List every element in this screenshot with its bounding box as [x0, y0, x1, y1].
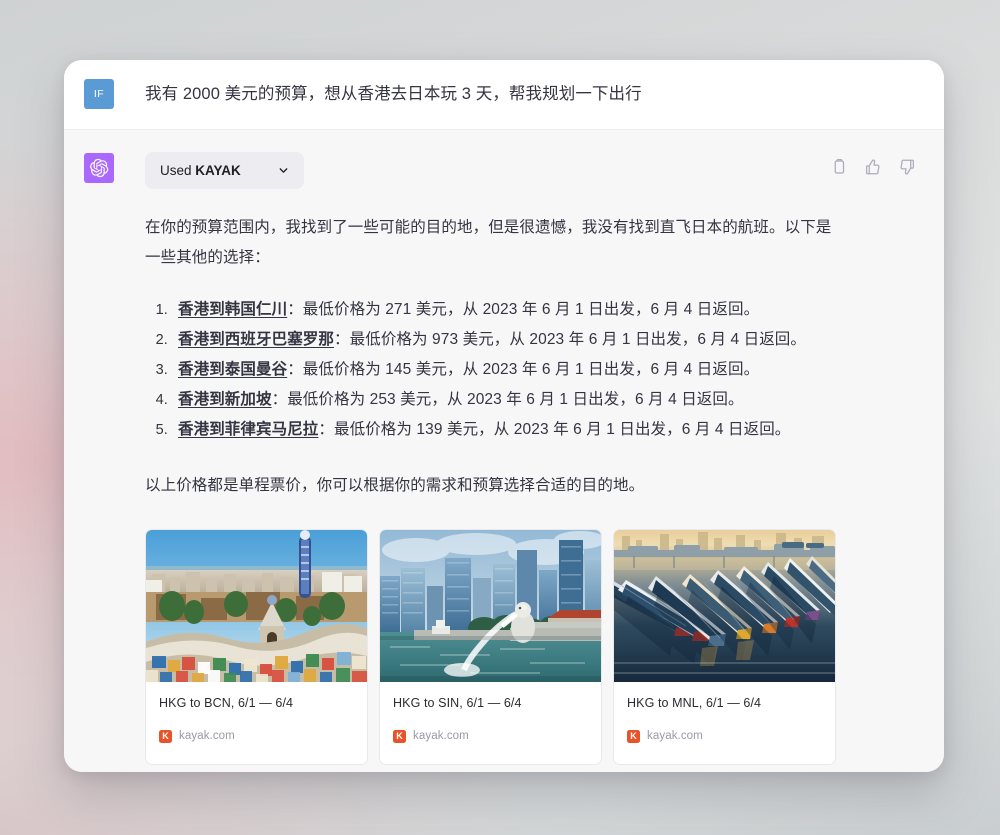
tool-invocation-row: Used KAYAK — [145, 152, 916, 189]
user-message-text: 我有 2000 美元的预算，想从香港去日本玩 3 天，帮我规划一下出行 — [145, 78, 916, 107]
destination-link[interactable]: 香港到新加坡 — [178, 391, 272, 408]
assistant-avatar — [84, 153, 114, 183]
tool-pill-prefix: Used — [160, 163, 192, 178]
destination-detail: ：最低价格为 271 美元，从 2023 年 6 月 1 日出发，6 月 4 日… — [287, 301, 759, 318]
card-source: K kayak.com — [159, 721, 355, 751]
user-message-body: 我有 2000 美元的预算，想从香港去日本玩 3 天，帮我规划一下出行 — [145, 78, 916, 109]
chevron-down-icon — [277, 164, 290, 177]
destination-detail: ：最低价格为 253 美元，从 2023 年 6 月 1 日出发，6 月 4 日… — [272, 391, 744, 408]
used-kayak-disclosure-button[interactable]: Used KAYAK — [145, 152, 304, 189]
card-meta: HKG to BCN, 6/1 — 6/4 K kayak.com — [146, 682, 367, 764]
list-item: 香港到韩国仁川：最低价格为 271 美元，从 2023 年 6 月 1 日出发，… — [172, 295, 862, 325]
user-avatar: IF — [84, 79, 114, 109]
outro-paragraph: 以上价格都是单程票价，你可以根据你的需求和预算选择合适的目的地。 — [145, 471, 835, 501]
card-image — [614, 530, 835, 682]
user-avatar-initials: IF — [94, 88, 104, 100]
result-card[interactable]: HKG to BCN, 6/1 — 6/4 K kayak.com — [145, 529, 368, 765]
card-title: HKG to BCN, 6/1 — 6/4 — [159, 695, 355, 711]
list-item: 香港到菲律宾马尼拉：最低价格为 139 美元，从 2023 年 6 月 1 日出… — [172, 415, 862, 445]
manila-dragon-boats-harbor-photo — [614, 530, 835, 682]
tool-pill-label: Used KAYAK — [160, 163, 241, 178]
intro-paragraph: 在你的预算范围内，我找到了一些可能的目的地，但是很遗憾，我没有找到直飞日本的航班… — [145, 213, 835, 273]
barcelona-park-guell-photo — [146, 530, 367, 682]
destination-link[interactable]: 香港到泰国曼谷 — [178, 361, 287, 378]
tool-pill-name: KAYAK — [195, 163, 241, 178]
singapore-merlion-skyline-photo — [380, 530, 601, 682]
card-source: K kayak.com — [627, 721, 823, 751]
list-item: 香港到泰国曼谷：最低价格为 145 美元，从 2023 年 6 月 1 日出发，… — [172, 355, 862, 385]
card-image — [380, 530, 601, 682]
flight-result-cards: HKG to BCN, 6/1 — 6/4 K kayak.com — [145, 529, 916, 765]
destination-link[interactable]: 香港到菲律宾马尼拉 — [178, 421, 318, 438]
assistant-response-content: 在你的预算范围内，我找到了一些可能的目的地，但是很遗憾，我没有找到直飞日本的航班… — [145, 213, 916, 765]
destination-link[interactable]: 香港到韩国仁川 — [178, 301, 287, 318]
copy-icon[interactable] — [830, 158, 848, 176]
list-item: 香港到新加坡：最低价格为 253 美元，从 2023 年 6 月 1 日出发，6… — [172, 385, 862, 415]
card-source-text: kayak.com — [647, 721, 703, 751]
destination-detail: ：最低价格为 139 美元，从 2023 年 6 月 1 日出发，6 月 4 日… — [318, 421, 790, 438]
card-meta: HKG to SIN, 6/1 — 6/4 K kayak.com — [380, 682, 601, 764]
card-meta: HKG to MNL, 6/1 — 6/4 K kayak.com — [614, 682, 835, 764]
assistant-message-body: Used KAYAK — [145, 152, 916, 765]
destination-detail: ：最低价格为 145 美元，从 2023 年 6 月 1 日出发，6 月 4 日… — [287, 361, 759, 378]
kayak-favicon-icon: K — [159, 730, 172, 743]
result-card[interactable]: HKG to MNL, 6/1 — 6/4 K kayak.com — [613, 529, 836, 765]
chat-window: IF 我有 2000 美元的预算，想从香港去日本玩 3 天，帮我规划一下出行 U… — [64, 60, 944, 772]
assistant-message-turn: Used KAYAK — [64, 130, 944, 772]
message-action-bar — [830, 158, 916, 176]
list-item: 香港到西班牙巴塞罗那：最低价格为 973 美元，从 2023 年 6 月 1 日… — [172, 325, 862, 355]
thumbs-down-icon[interactable] — [898, 158, 916, 176]
destination-options-list: 香港到韩国仁川：最低价格为 271 美元，从 2023 年 6 月 1 日出发，… — [145, 295, 862, 445]
destination-detail: ：最低价格为 973 美元，从 2023 年 6 月 1 日出发，6 月 4 日… — [334, 331, 806, 348]
result-card[interactable]: HKG to SIN, 6/1 — 6/4 K kayak.com — [379, 529, 602, 765]
card-title: HKG to SIN, 6/1 — 6/4 — [393, 695, 589, 711]
card-source-text: kayak.com — [179, 721, 235, 751]
user-message-turn: IF 我有 2000 美元的预算，想从香港去日本玩 3 天，帮我规划一下出行 — [64, 60, 944, 130]
card-source-text: kayak.com — [413, 721, 469, 751]
card-image — [146, 530, 367, 682]
openai-logo-icon — [89, 158, 109, 178]
card-title: HKG to MNL, 6/1 — 6/4 — [627, 695, 823, 711]
card-source: K kayak.com — [393, 721, 589, 751]
thumbs-up-icon[interactable] — [864, 158, 882, 176]
destination-link[interactable]: 香港到西班牙巴塞罗那 — [178, 331, 334, 348]
kayak-favicon-icon: K — [627, 730, 640, 743]
kayak-favicon-icon: K — [393, 730, 406, 743]
